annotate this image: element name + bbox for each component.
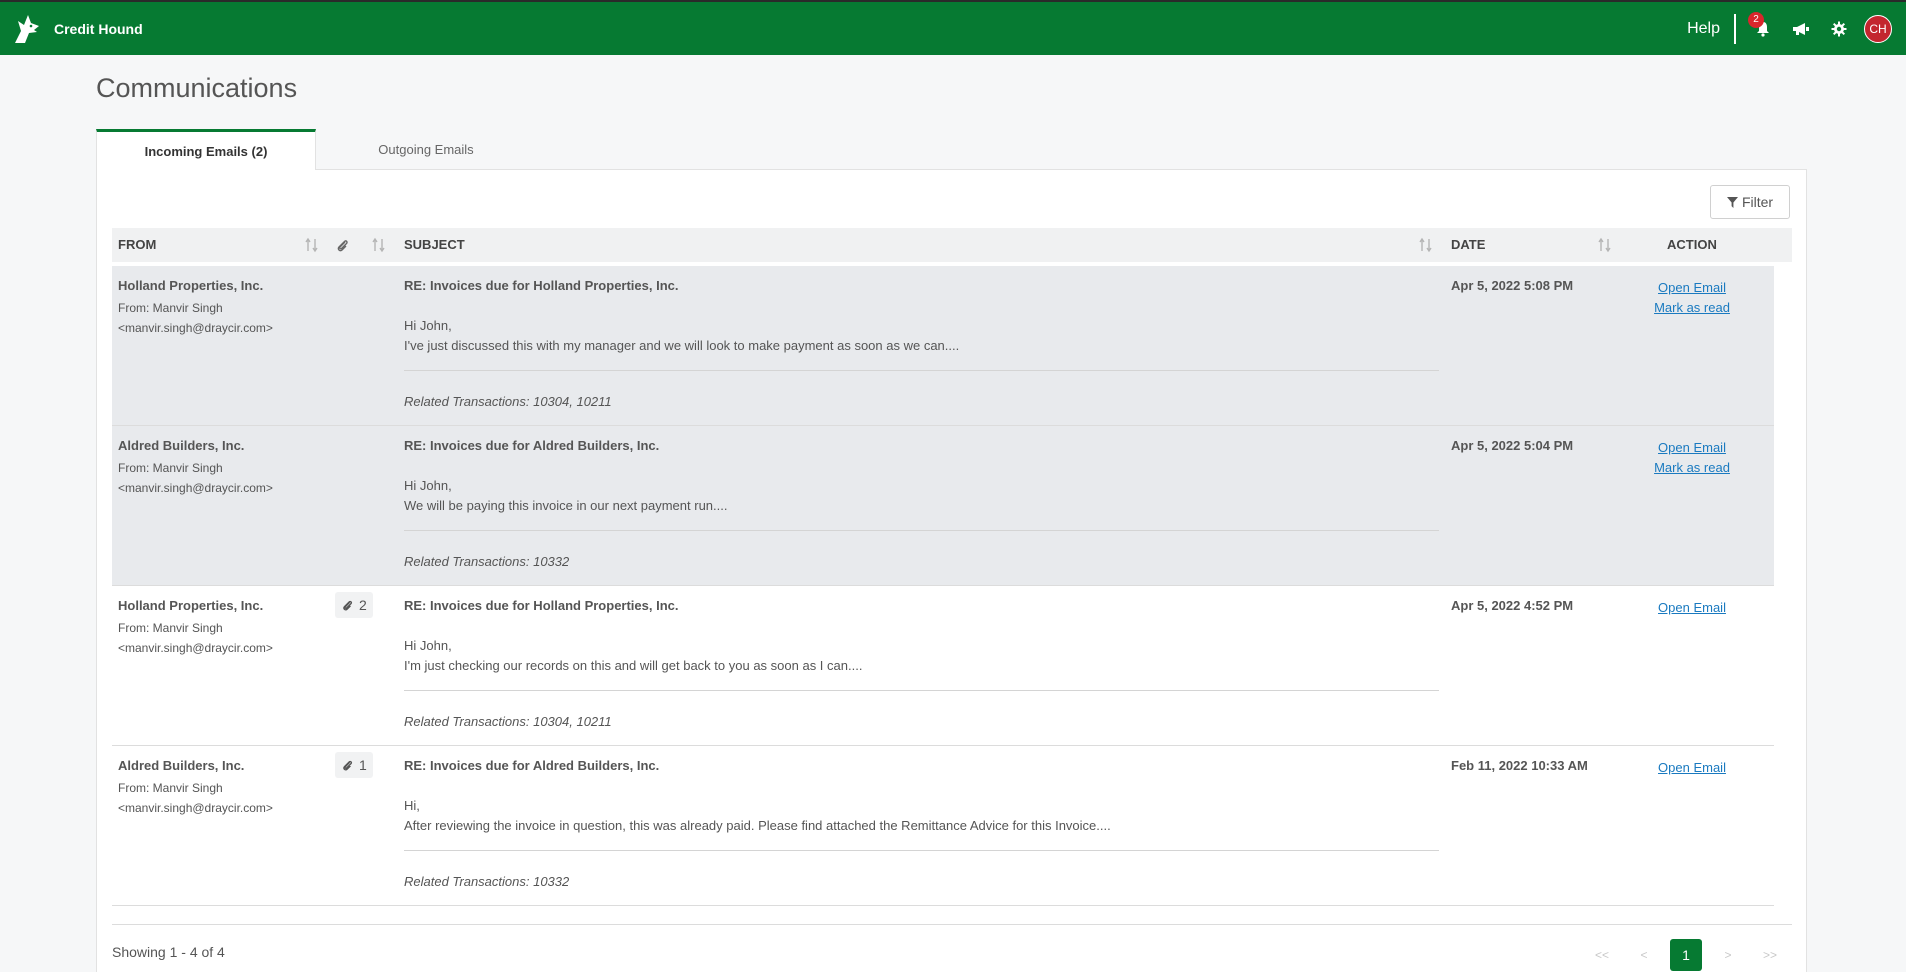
divider <box>404 690 1439 691</box>
settings-button[interactable] <box>1826 16 1852 42</box>
sender-name: From: Manvir Singh <box>118 621 223 635</box>
sender-email: <manvir.singh@draycir.com> <box>118 321 273 335</box>
email-preview: After reviewing the invoice in question,… <box>404 818 1111 833</box>
sort-icon[interactable] <box>372 237 386 253</box>
mark-as-read-link[interactable]: Mark as read <box>1642 298 1742 318</box>
row-actions: Open Email Mark as read <box>1642 278 1742 318</box>
emails-panel: Filter FROM SUBJECT DATE ACTION Holland … <box>96 169 1807 972</box>
from-company: Holland Properties, Inc. <box>118 598 264 613</box>
notifications-button[interactable]: 2 <box>1748 11 1776 42</box>
email-date: Apr 5, 2022 4:52 PM <box>1451 598 1574 613</box>
email-greeting: Hi, <box>404 798 420 813</box>
related-transactions: Related Transactions: 10304, 10211 <box>404 394 612 409</box>
related-transactions: Related Transactions: 10332 <box>404 874 570 889</box>
first-page-button[interactable]: << <box>1581 939 1623 971</box>
gear-icon <box>1831 21 1847 36</box>
divider <box>404 530 1439 531</box>
email-subject: RE: Invoices due for Holland Properties,… <box>404 598 679 613</box>
tab-outgoing-emails[interactable]: Outgoing Emails <box>316 129 536 170</box>
tab-incoming-emails[interactable]: Incoming Emails (2) <box>96 129 316 170</box>
attachment-count[interactable]: 1 <box>335 752 373 778</box>
sort-icon[interactable] <box>1598 237 1612 253</box>
email-greeting: Hi John, <box>404 638 452 653</box>
pagination-summary: Showing 1 - 4 of 4 <box>112 944 225 960</box>
open-email-link[interactable]: Open Email <box>1642 598 1742 618</box>
header-from[interactable]: FROM <box>118 228 156 262</box>
divider <box>404 370 1439 371</box>
email-date: Feb 11, 2022 10:33 AM <box>1451 758 1588 773</box>
mark-as-read-link[interactable]: Mark as read <box>1642 458 1742 478</box>
row-actions: Open Email <box>1642 598 1742 618</box>
prev-page-button[interactable]: < <box>1623 939 1665 971</box>
open-email-link[interactable]: Open Email <box>1642 278 1742 298</box>
email-greeting: Hi John, <box>404 318 452 333</box>
email-preview: I've just discussed this with my manager… <box>404 338 960 353</box>
related-transactions: Related Transactions: 10304, 10211 <box>404 714 612 729</box>
email-greeting: Hi John, <box>404 478 452 493</box>
tab-bar: Incoming Emails (2) Outgoing Emails <box>96 129 536 170</box>
sort-icon[interactable] <box>305 237 319 253</box>
from-sender: From: Manvir Singh <manvir.singh@draycir… <box>118 778 318 818</box>
paperclip-icon <box>337 240 348 252</box>
last-page-button[interactable]: >> <box>1749 939 1791 971</box>
header-date[interactable]: DATE <box>1451 228 1485 262</box>
attachment-count[interactable]: 2 <box>335 592 373 618</box>
from-sender: From: Manvir Singh <manvir.singh@draycir… <box>118 458 318 498</box>
megaphone-icon <box>1793 22 1809 35</box>
attachment-number: 2 <box>359 597 367 613</box>
announcements-button[interactable] <box>1788 16 1814 42</box>
top-navbar: Credit Hound Help 2 CH <box>0 0 1906 55</box>
sender-email: <manvir.singh@draycir.com> <box>118 641 273 655</box>
row-actions: Open Email <box>1642 758 1742 778</box>
help-link[interactable]: Help <box>1687 20 1720 38</box>
sender-name: From: Manvir Singh <box>118 461 223 475</box>
email-preview: I'm just checking our records on this an… <box>404 658 863 673</box>
from-company: Holland Properties, Inc. <box>118 278 264 293</box>
email-subject: RE: Invoices due for Aldred Builders, In… <box>404 438 660 453</box>
email-date: Apr 5, 2022 5:04 PM <box>1451 438 1574 453</box>
email-subject: RE: Invoices due for Holland Properties,… <box>404 278 679 293</box>
next-page-button[interactable]: > <box>1707 939 1749 971</box>
paperclip-icon <box>343 600 352 611</box>
open-email-link[interactable]: Open Email <box>1642 438 1742 458</box>
from-sender: From: Manvir Singh <manvir.singh@draycir… <box>118 618 318 658</box>
page-1-button[interactable]: 1 <box>1670 939 1702 971</box>
divider <box>404 850 1439 851</box>
table-row[interactable]: Aldred Builders, Inc. From: Manvir Singh… <box>112 746 1774 906</box>
email-date: Apr 5, 2022 5:08 PM <box>1451 278 1574 293</box>
table-row[interactable]: Aldred Builders, Inc. From: Manvir Singh… <box>112 426 1774 586</box>
email-preview: We will be paying this invoice in our ne… <box>404 498 728 513</box>
sender-email: <manvir.singh@draycir.com> <box>118 801 273 815</box>
sender-name: From: Manvir Singh <box>118 301 223 315</box>
row-actions: Open Email Mark as read <box>1642 438 1742 478</box>
app-name: Credit Hound <box>54 20 143 37</box>
sender-name: From: Manvir Singh <box>118 781 223 795</box>
filter-icon <box>1726 196 1738 208</box>
table-row[interactable]: Holland Properties, Inc. From: Manvir Si… <box>112 266 1774 426</box>
table-row[interactable]: Holland Properties, Inc. From: Manvir Si… <box>112 586 1774 746</box>
from-company: Aldred Builders, Inc. <box>118 438 245 453</box>
from-sender: From: Manvir Singh <manvir.singh@draycir… <box>118 298 318 338</box>
email-subject: RE: Invoices due for Aldred Builders, In… <box>404 758 660 773</box>
related-transactions: Related Transactions: 10332 <box>404 554 570 569</box>
sender-email: <manvir.singh@draycir.com> <box>118 481 273 495</box>
user-avatar[interactable]: CH <box>1864 14 1892 43</box>
header-action: ACTION <box>1667 237 1717 252</box>
open-email-link[interactable]: Open Email <box>1642 758 1742 778</box>
notification-badge: 2 <box>1748 11 1764 28</box>
table-header: FROM SUBJECT DATE ACTION <box>112 228 1792 262</box>
filter-label: Filter <box>1741 194 1774 210</box>
divider <box>112 924 1792 925</box>
page-title: Communications <box>96 73 298 103</box>
sort-icon[interactable] <box>1419 237 1433 253</box>
brand[interactable]: Credit Hound <box>12 13 143 45</box>
hound-logo-icon <box>15 14 39 43</box>
divider <box>1734 13 1736 44</box>
attachment-number: 1 <box>359 757 367 773</box>
from-company: Aldred Builders, Inc. <box>118 758 245 773</box>
filter-button[interactable]: Filter <box>1710 185 1790 219</box>
pagination: << < 1 > >> <box>1581 939 1791 971</box>
paperclip-icon <box>343 760 352 771</box>
header-subject[interactable]: SUBJECT <box>404 228 465 262</box>
